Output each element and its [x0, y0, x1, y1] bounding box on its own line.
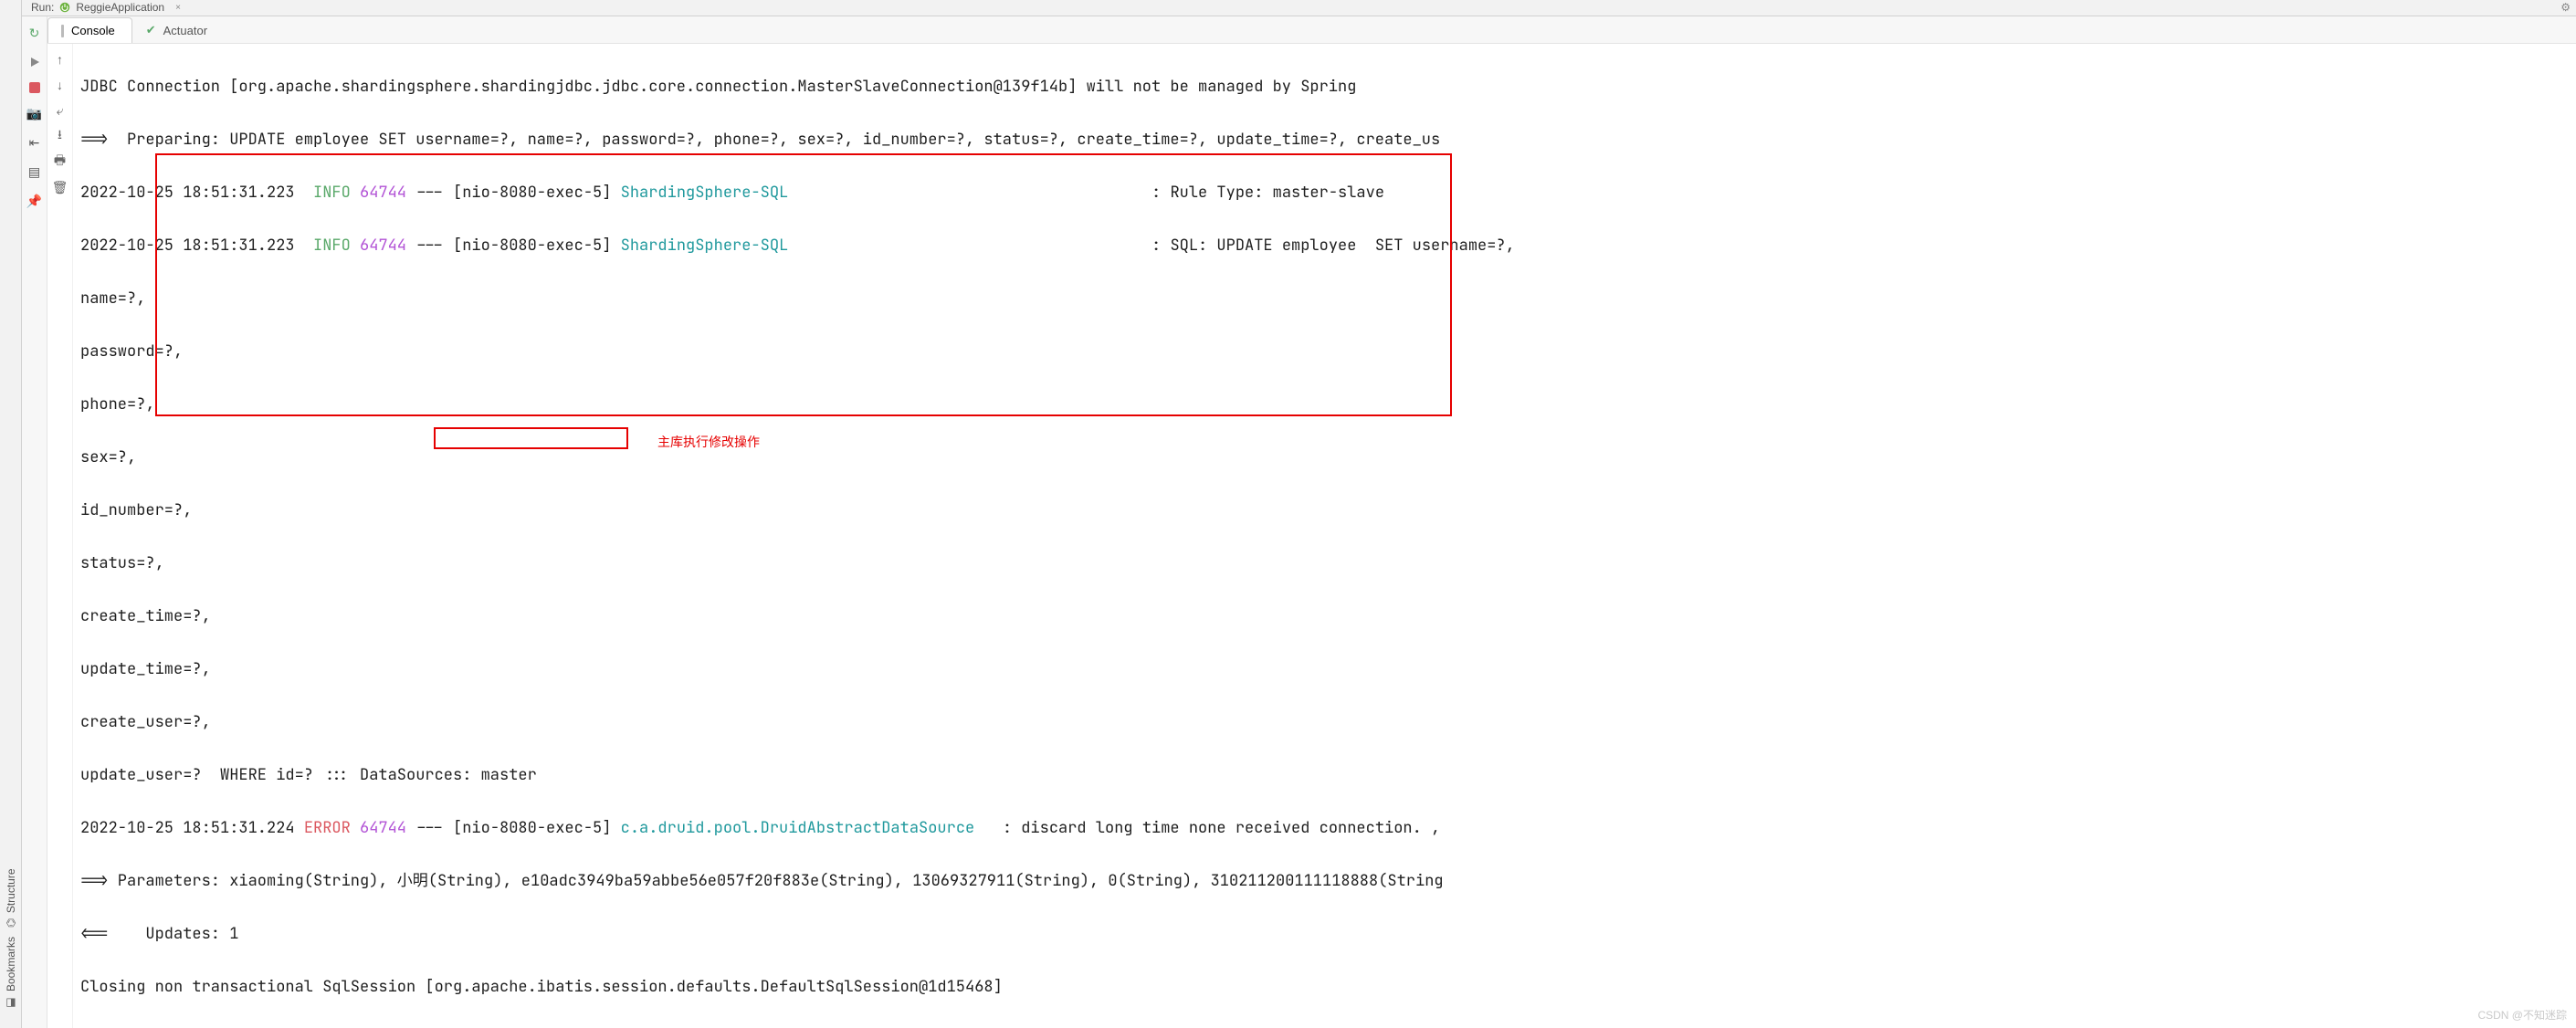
watermark: CSDN @不知迷踪 — [2477, 1007, 2567, 1023]
log-line: JDBC Connection [org.apache.shardingsphe… — [80, 74, 2569, 100]
clear-all-button[interactable]: 🗑 — [52, 179, 68, 195]
log-line: name=?, — [80, 286, 2569, 312]
prev-occurrence-button[interactable]: ↑ — [52, 51, 68, 68]
main-area: Run: ReggieApplication × ⚙ ↻ 📷 ⇤ ▤ 📌 — [22, 0, 2576, 1028]
console-gutter: ↑ ↓ ⤶ ⭳ 🖶 🗑 — [47, 44, 73, 1028]
scroll-to-end-button[interactable]: ⭳ — [52, 128, 68, 144]
layout-button[interactable]: ▤ — [26, 163, 44, 181]
log-line: create_user=?, — [80, 709, 2569, 736]
log-line: 2022-10-25 18:51:31.223 INFO 64744 --- [… — [80, 180, 2569, 206]
side-tool-rail: ⌬ Structure ◧ Bookmarks — [0, 0, 22, 1028]
tab-actuator-label: Actuator — [163, 24, 207, 37]
actuator-tab-icon: ✔ — [146, 23, 156, 37]
close-run-tab-icon[interactable]: × — [175, 3, 181, 13]
run-label: Run: — [31, 1, 54, 14]
log-line: <== Updates: 1 — [80, 921, 2569, 948]
log-line: password=?, — [80, 339, 2569, 365]
log-line: update_user=? WHERE id=? ::: DataSources… — [80, 762, 2569, 789]
soft-wrap-button[interactable]: ⤶ — [52, 102, 68, 119]
log-line: ==> Parameters: xiaoming(String), 小明(Str… — [80, 868, 2569, 895]
structure-tool-button[interactable]: ⌬ Structure — [5, 868, 17, 928]
annotation-text: 主库执行修改操作 — [657, 429, 760, 456]
log-line: Closing non transactional SqlSession [or… — [80, 974, 2569, 1001]
run-indicator-icon — [26, 53, 44, 71]
tab-console-label: Console — [71, 24, 115, 37]
tab-actuator[interactable]: ✔ Actuator — [132, 16, 225, 43]
screenshot-button[interactable]: 📷 — [26, 104, 44, 122]
tab-console[interactable]: Console — [47, 17, 132, 43]
log-line: 2022-10-25 18:51:31.224 ERROR 64744 --- … — [80, 815, 2569, 842]
gear-icon[interactable]: ⚙ — [2560, 1, 2571, 14]
exit-button[interactable]: ⇤ — [26, 133, 44, 152]
bookmarks-tool-button[interactable]: ◧ Bookmarks — [5, 937, 17, 1010]
pin-button[interactable]: 📌 — [26, 192, 44, 210]
log-line: 2022-10-25 18:51:31.223 INFO 64744 --- [… — [80, 233, 2569, 259]
spring-boot-icon — [59, 2, 70, 13]
workspace: ↻ 📷 ⇤ ▤ 📌 Console ✔ Actuator — [22, 16, 2576, 1028]
next-occurrence-button[interactable]: ↓ — [52, 77, 68, 93]
run-tool-gutter: ↻ 📷 ⇤ ▤ 📌 — [22, 16, 47, 1028]
run-panel: Console ✔ Actuator ↑ ↓ ⤶ ⭳ 🖶 🗑 JDBC Conn… — [47, 16, 2576, 1028]
log-line: sex=?, — [80, 445, 2569, 471]
log-line: id_number=?, — [80, 498, 2569, 524]
print-button[interactable]: 🖶 — [52, 153, 68, 170]
run-config-name: ReggieApplication — [76, 1, 164, 14]
console-wrap: ↑ ↓ ⤶ ⭳ 🖶 🗑 JDBC Connection [org.apache.… — [47, 44, 2576, 1028]
log-line: update_time=?, — [80, 656, 2569, 683]
log-line: create_time=?, — [80, 603, 2569, 630]
bookmarks-icon: ◧ — [5, 997, 17, 1010]
log-line: status=?, — [80, 551, 2569, 577]
console-output[interactable]: JDBC Connection [org.apache.shardingsphe… — [73, 44, 2576, 1028]
run-header: Run: ReggieApplication × ⚙ — [22, 0, 2576, 16]
rerun-button[interactable]: ↻ — [26, 24, 44, 42]
stop-button[interactable] — [29, 82, 40, 93]
log-line: ==> Preparing: UPDATE employee SET usern… — [80, 127, 2569, 153]
structure-icon: ⌬ — [5, 918, 17, 927]
console-tabs: Console ✔ Actuator — [47, 16, 2576, 44]
run-config-chip[interactable]: Run: ReggieApplication × — [31, 1, 181, 16]
log-line: phone=?, — [80, 392, 2569, 418]
bookmarks-label: Bookmarks — [5, 937, 17, 991]
structure-label: Structure — [5, 868, 17, 913]
console-tab-icon — [61, 25, 64, 37]
